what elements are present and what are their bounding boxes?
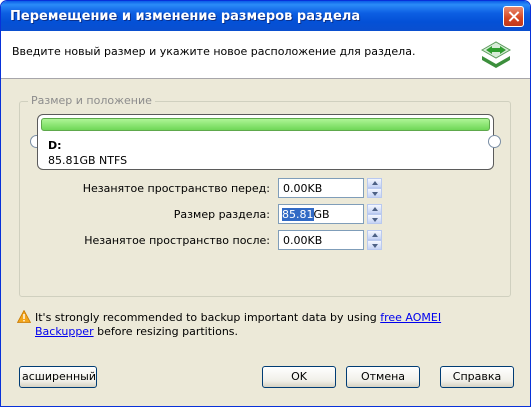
warning-text-end: before resizing partitions. xyxy=(93,325,239,338)
ok-button[interactable]: OK xyxy=(262,366,336,388)
unallocated-before-value: 0.00KB xyxy=(283,182,323,195)
spin-up-icon[interactable] xyxy=(367,178,382,188)
help-button[interactable]: Справка xyxy=(440,366,514,388)
drive-info: 85.81GB NTFS xyxy=(48,154,128,167)
resize-arrows-icon xyxy=(480,41,512,68)
warning-text: It's strongly recommended to backup impo… xyxy=(35,311,381,324)
backup-warning: It's strongly recommended to backup impo… xyxy=(35,311,495,339)
partition-map[interactable]: D: 85.81GB NTFS xyxy=(37,114,494,170)
resize-partition-dialog: Перемещение и изменение размеров раздела… xyxy=(0,0,531,407)
drive-letter: D: xyxy=(48,139,62,152)
unallocated-after-input[interactable]: 0.00KB xyxy=(278,230,364,250)
unallocated-after-value: 0.00KB xyxy=(283,234,323,247)
unallocated-before-spinner[interactable] xyxy=(367,178,382,198)
spin-up-icon[interactable] xyxy=(367,204,382,214)
advanced-button[interactable]: асширенный>> xyxy=(19,366,97,388)
close-icon[interactable] xyxy=(503,6,524,27)
window-title: Перемещение и изменение размеров раздела xyxy=(10,9,361,24)
partition-bar[interactable] xyxy=(41,118,490,131)
unallocated-after-label: Незанятое пространство после: xyxy=(84,234,270,247)
partition-size-input[interactable]: 85.81GB xyxy=(278,204,364,224)
warning-icon xyxy=(17,310,31,323)
unallocated-before-input[interactable]: 0.00KB xyxy=(278,178,364,198)
spin-up-icon[interactable] xyxy=(367,230,382,240)
unallocated-after-spinner[interactable] xyxy=(367,230,382,250)
partition-size-unit: GB xyxy=(313,208,330,221)
cancel-button[interactable]: Отмена xyxy=(346,366,420,388)
partition-size-selected: 85.81 xyxy=(282,208,314,221)
dialog-header: Введите новый размер и укажите новое рас… xyxy=(1,31,530,79)
instruction-text: Введите новый размер и укажите новое рас… xyxy=(12,45,416,58)
spin-down-icon[interactable] xyxy=(367,214,382,224)
spin-down-icon[interactable] xyxy=(367,188,382,198)
group-label: Размер и положение xyxy=(28,94,155,107)
partition-size-label: Размер раздела: xyxy=(173,208,270,221)
right-resize-handle[interactable] xyxy=(488,135,501,148)
partition-size-spinner[interactable] xyxy=(367,204,382,224)
title-bar[interactable]: Перемещение и изменение размеров раздела xyxy=(1,1,530,31)
spin-down-icon[interactable] xyxy=(367,240,382,250)
unallocated-before-label: Незанятое пространство перед: xyxy=(82,182,270,195)
